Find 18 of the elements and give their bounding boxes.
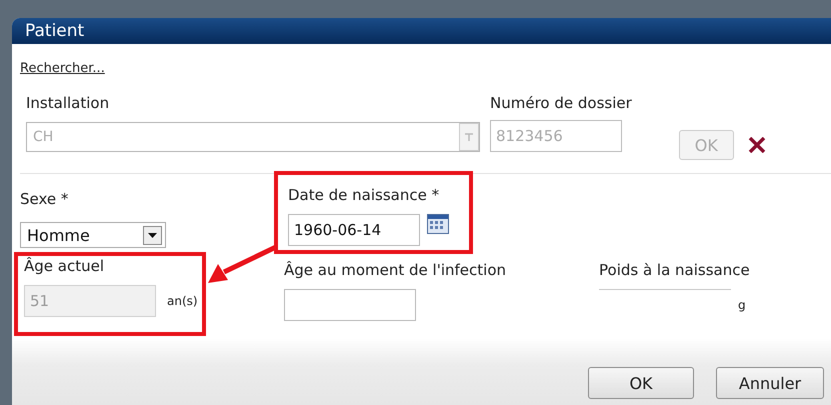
field-label: Poids à la naissance: [599, 261, 750, 279]
date-field[interactable]: 1960-06-14: [288, 214, 420, 246]
field-label: Âge au moment de l'infection: [284, 261, 506, 279]
field-label: Installation: [26, 94, 110, 112]
number-field[interactable]: [284, 289, 416, 321]
unit-label: g: [738, 298, 746, 312]
search-link[interactable]: Rechercher...: [20, 61, 105, 76]
field-label: Âge actuel: [24, 257, 104, 275]
field-label: Numéro de dossier: [490, 94, 632, 112]
ok-button[interactable]: OK: [588, 367, 694, 399]
window-title: Patient: [12, 18, 831, 44]
cancel-button[interactable]: Annuler: [716, 367, 824, 399]
field-label: Sexe *: [20, 190, 68, 208]
clear-icon[interactable]: [748, 137, 766, 153]
unit-label: an(s): [167, 294, 198, 308]
calendar-icon[interactable]: [427, 214, 449, 234]
field-label: Date de naissance *: [288, 186, 440, 204]
sex-dropdown[interactable]: Homme: [20, 222, 166, 248]
